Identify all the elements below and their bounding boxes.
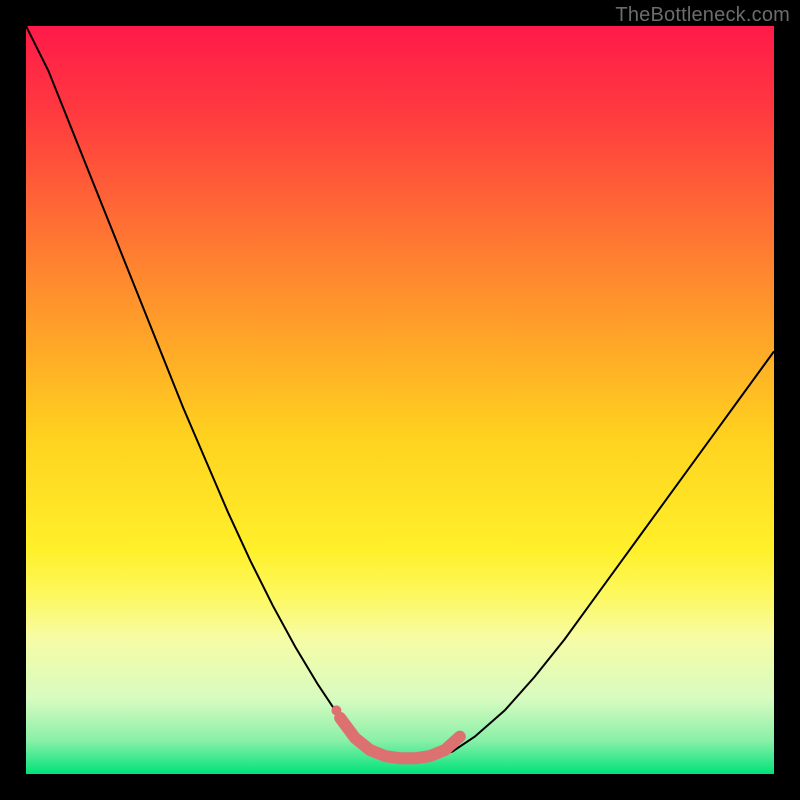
chart-svg <box>26 26 774 774</box>
chart-frame: TheBottleneck.com <box>0 0 800 800</box>
plot-area <box>26 26 774 774</box>
watermark-text: TheBottleneck.com <box>615 4 790 27</box>
gradient-background <box>26 26 774 774</box>
point-optimal-zone-dot <box>331 705 341 715</box>
